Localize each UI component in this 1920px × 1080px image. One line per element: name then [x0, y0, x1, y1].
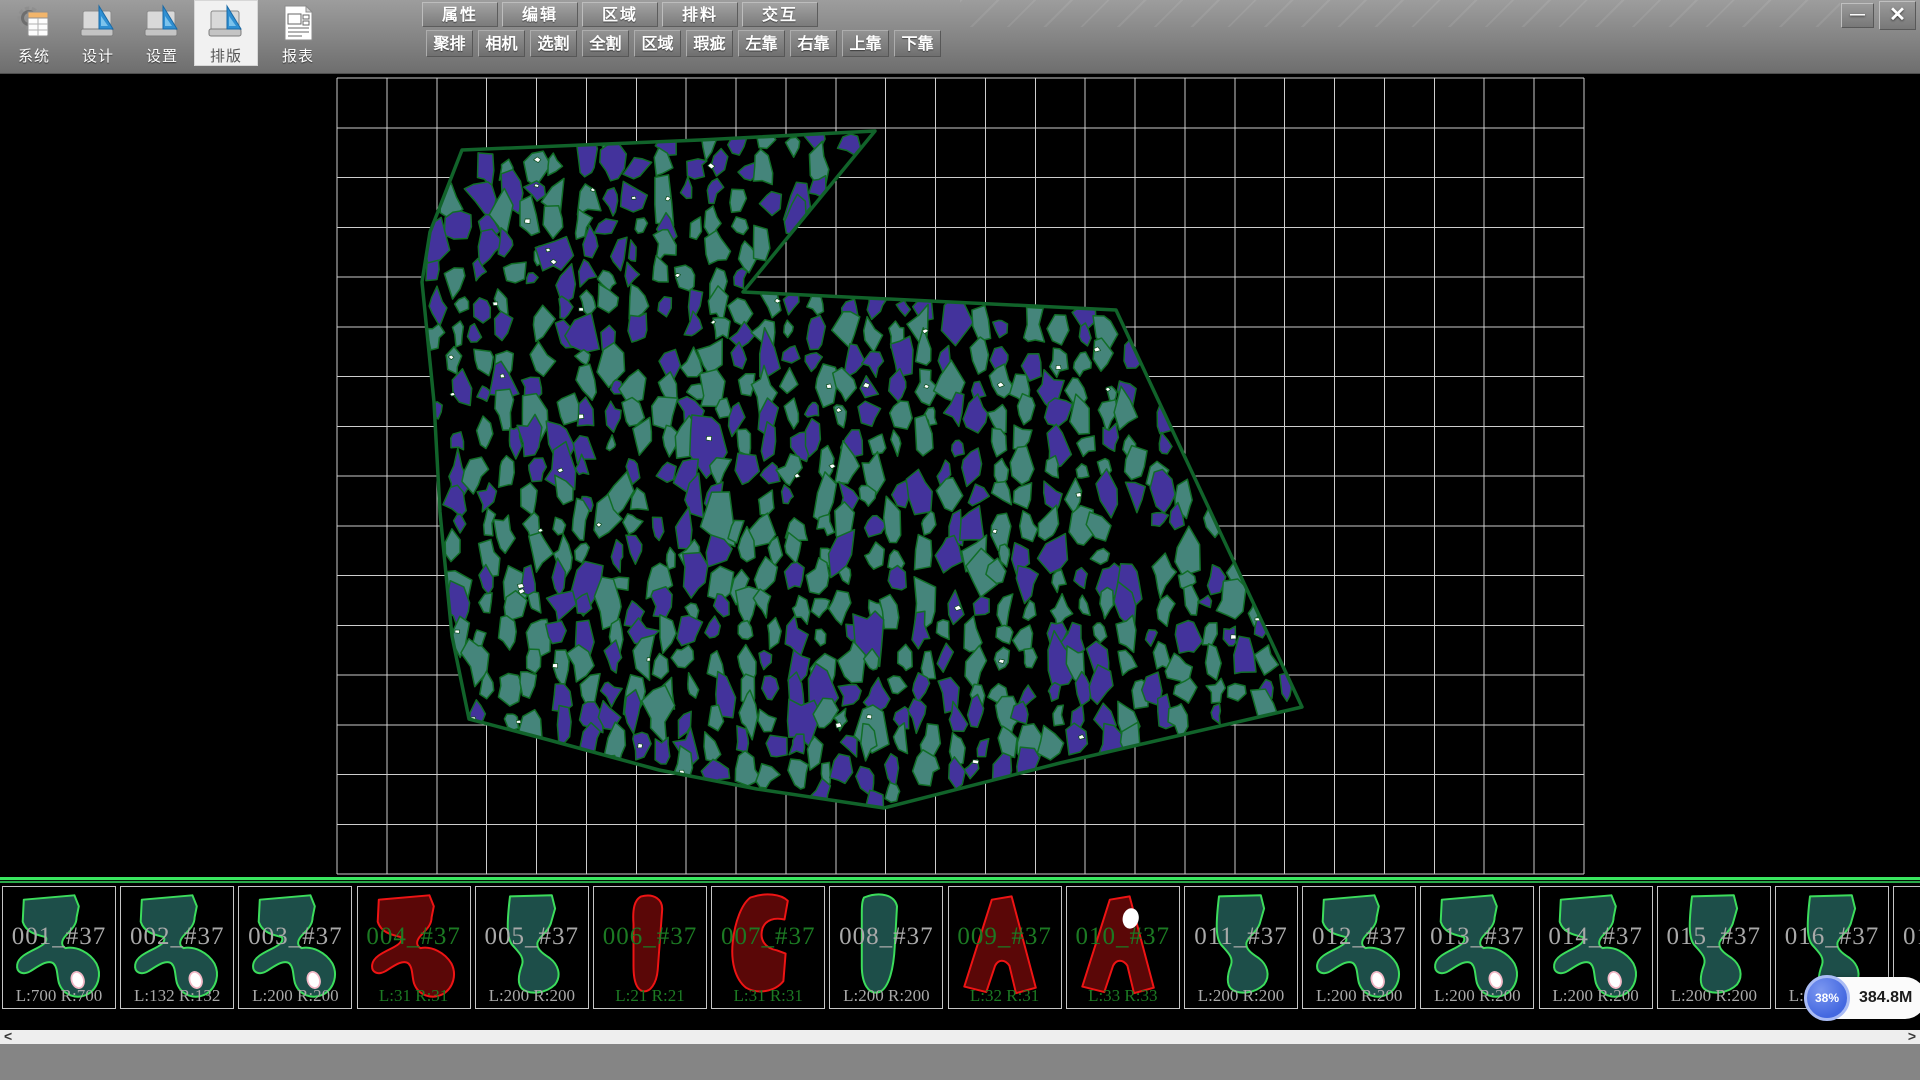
piece-shape: [1304, 888, 1414, 1006]
piece-thumbnail-011[interactable]: 011_#37L:200 R:200: [1184, 886, 1298, 1009]
tool-camera[interactable]: 相机: [478, 30, 525, 57]
piece-shape: [240, 888, 350, 1006]
tool-snap-left[interactable]: 左靠: [738, 30, 785, 57]
piece-thumbnail-008[interactable]: 008_#37L:200 R:200: [829, 886, 943, 1009]
piece-shape: [1186, 888, 1296, 1006]
nav-item-label: 报表: [282, 45, 314, 66]
close-button[interactable]: ✕: [1879, 1, 1916, 30]
piece-thumbnail-013[interactable]: 013_#37L:200 R:200: [1420, 886, 1534, 1009]
piece-thumbnail-004[interactable]: 004_#37L:31 R:31: [357, 886, 471, 1009]
menu-properties[interactable]: 属性: [422, 2, 498, 27]
piece-thumbnail-007[interactable]: 007_#37L:31 R:31: [711, 886, 825, 1009]
piece-shape: [4, 888, 114, 1006]
piece-shape: [477, 888, 587, 1006]
titlebar-texture: [960, 0, 1840, 27]
nav-item-settings[interactable]: 设置: [130, 0, 194, 66]
piece-thumbnail-014[interactable]: 014_#37L:200 R:200: [1539, 886, 1653, 1009]
main-nav: 系统 设计 设置 排版 报表: [2, 0, 338, 66]
piece-thumbnail-005[interactable]: 005_#37L:200 R:200: [475, 886, 589, 1009]
nav-item-label: 排版: [210, 45, 242, 66]
horizontal-scrollbar[interactable]: < >: [0, 1030, 1920, 1044]
piece-shape: [595, 888, 705, 1006]
piece-shape: [950, 888, 1060, 1006]
piece-shape: [1068, 888, 1178, 1006]
piece-thumbnail-003[interactable]: 003_#37L:200 R:200: [238, 886, 352, 1009]
piece-shape: [831, 888, 941, 1006]
menu-interact[interactable]: 交互: [742, 2, 818, 27]
piece-shape: [1422, 888, 1532, 1006]
tool-region[interactable]: 区域: [634, 30, 681, 57]
report-icon: [278, 3, 318, 43]
layout-icon: [206, 3, 246, 43]
scroll-right-arrow[interactable]: >: [1908, 1030, 1916, 1044]
menu-edit[interactable]: 编辑: [502, 2, 578, 27]
thumbnail-list: 001_#37L:700 R:700002_#37L:132 R:132003_…: [0, 885, 1920, 1012]
nav-item-system[interactable]: 系统: [2, 0, 66, 66]
nav-item-design[interactable]: 设计: [66, 0, 130, 66]
tool-cut-all[interactable]: 全割: [582, 30, 629, 57]
menu-nesting[interactable]: 排料: [662, 2, 738, 27]
tool-cluster-nest[interactable]: 聚排: [426, 30, 473, 57]
strip-top-border: [0, 877, 1920, 885]
piece-thumbnail-015[interactable]: 015_#37L:200 R:200: [1657, 886, 1771, 1009]
progress-percent-badge: 38%: [1804, 975, 1850, 1021]
system-icon: [14, 3, 54, 43]
tool-snap-right[interactable]: 右靠: [790, 30, 837, 57]
tool-snap-top[interactable]: 上靠: [842, 30, 889, 57]
tool-select-cut[interactable]: 选割: [530, 30, 577, 57]
settings-icon: [142, 3, 182, 43]
piece-thumbnail-002[interactable]: 002_#37L:132 R:132: [120, 886, 234, 1009]
piece-shape: [713, 888, 823, 1006]
piece-thumbnail-010[interactable]: 010_#37L:33 R:33: [1066, 886, 1180, 1009]
nav-item-label: 系统: [18, 45, 50, 66]
titlebar: 系统设计设置排版报表 属性编辑区域排料交互 聚排相机选割全割区域瑕疵左靠右靠上靠…: [0, 0, 1920, 74]
window-controls: — ✕: [1841, 1, 1916, 30]
piece-thumbnail-012[interactable]: 012_#37L:200 R:200: [1302, 886, 1416, 1009]
menu-bar: 属性编辑区域排料交互: [422, 2, 818, 27]
nav-item-label: 设置: [146, 45, 178, 66]
piece-thumbnail-009[interactable]: 009_#37L:32 R:31: [948, 886, 1062, 1009]
scroll-left-arrow[interactable]: <: [4, 1030, 12, 1044]
minimize-button[interactable]: —: [1841, 3, 1874, 28]
piece-shape: [1659, 888, 1769, 1006]
piece-shape: [1541, 888, 1651, 1006]
design-icon: [78, 3, 118, 43]
tool-snap-bottom[interactable]: 下靠: [894, 30, 941, 57]
menu-region[interactable]: 区域: [582, 2, 658, 27]
nav-item-label: 设计: [82, 45, 114, 66]
tool-bar: 聚排相机选割全割区域瑕疵左靠右靠上靠下靠: [426, 30, 941, 57]
nav-item-layout[interactable]: 排版: [194, 0, 258, 66]
piece-thumbnail-strip: 001_#37L:700 R:700002_#37L:132 R:132003_…: [0, 877, 1920, 1013]
piece-thumbnail-001[interactable]: 001_#37L:700 R:700: [2, 886, 116, 1009]
memory-usage-badge: 38% 384.8M: [1806, 977, 1920, 1019]
memory-value: 384.8M: [1859, 989, 1912, 1007]
status-bar: [0, 1044, 1920, 1080]
piece-shape: [122, 888, 232, 1006]
tool-defect[interactable]: 瑕疵: [686, 30, 733, 57]
piece-thumbnail-006[interactable]: 006_#37L:21 R:21: [593, 886, 707, 1009]
nav-item-report[interactable]: 报表: [258, 0, 338, 66]
piece-shape: [359, 888, 469, 1006]
